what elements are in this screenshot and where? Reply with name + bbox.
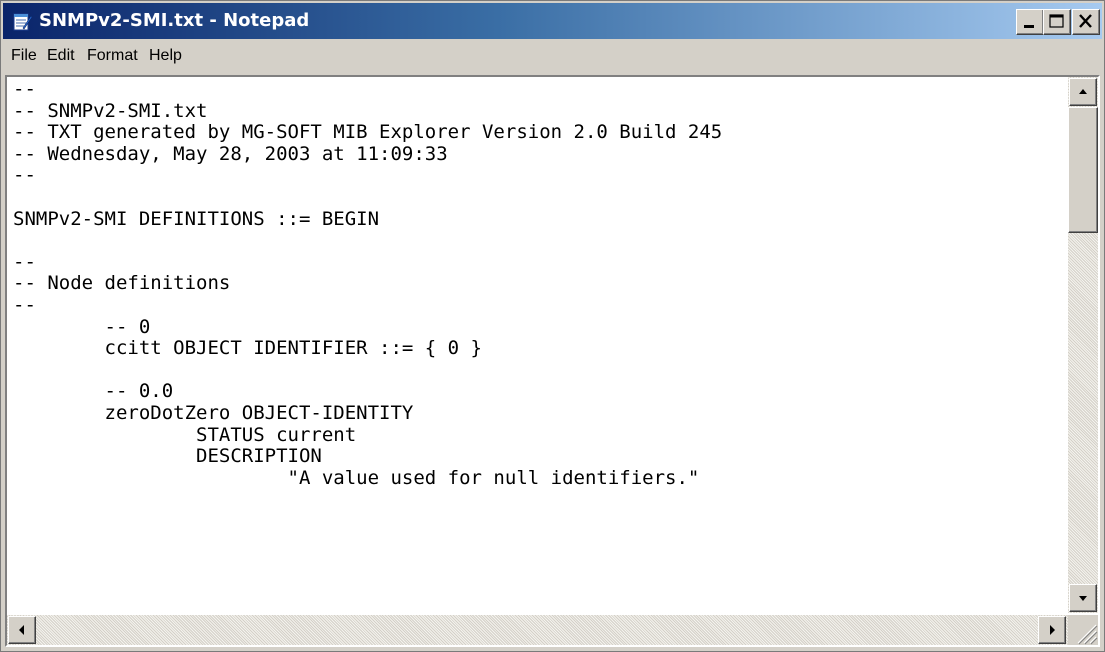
text-line: --: [13, 293, 36, 316]
text-line: -- Node definitions: [13, 272, 231, 295]
text-line: "A value used for null identifiers.": [13, 466, 700, 489]
text-line: [13, 187, 1068, 209]
text-line: SNMPv2-SMI DEFINITIONS ::= BEGIN: [13, 207, 380, 230]
menu-help[interactable]: Help: [149, 47, 182, 65]
notepad-icon[interactable]: [11, 10, 33, 32]
vertical-scroll-thumb[interactable]: [1068, 107, 1098, 233]
text-line: --: [13, 164, 36, 187]
text-line: -- TXT generated by MG-SOFT MIB Explorer…: [13, 121, 723, 144]
scroll-left-button[interactable]: [8, 616, 36, 644]
text-line: -- 0.0: [13, 380, 174, 403]
menu-bar: File Edit Format Help: [3, 41, 1102, 73]
text-line: zeroDotZero OBJECT-IDENTITY: [13, 401, 414, 424]
menu-edit[interactable]: Edit: [47, 47, 75, 65]
arrow-right-icon: [1050, 625, 1055, 635]
text-line: [13, 360, 1068, 382]
scroll-down-button[interactable]: [1069, 584, 1097, 612]
close-button[interactable]: [1072, 9, 1100, 35]
size-grip[interactable]: [1068, 615, 1098, 645]
text-editor[interactable]: -- -- SNMPv2-SMI.txt -- TXT generated by M…: [5, 75, 1100, 647]
text-line: ccitt OBJECT IDENTIFIER ::= { 0 }: [13, 337, 483, 360]
scroll-up-button[interactable]: [1069, 78, 1097, 106]
text-line: [13, 230, 1068, 252]
scroll-right-button[interactable]: [1038, 616, 1066, 644]
menu-format[interactable]: Format: [87, 47, 138, 65]
arrow-left-icon: [19, 625, 24, 635]
minimize-button[interactable]: [1016, 9, 1044, 35]
close-icon: [1079, 14, 1092, 28]
text-line: --: [13, 79, 36, 100]
text-line: -- Wednesday, May 28, 2003 at 11:09:33: [13, 142, 448, 165]
arrow-up-icon: [1079, 89, 1087, 94]
minimize-icon: [1024, 25, 1034, 28]
resize-grip-icon: [1077, 624, 1098, 645]
text-line: --: [13, 250, 36, 273]
vertical-scrollbar[interactable]: [1068, 77, 1098, 613]
menu-file[interactable]: File: [11, 47, 37, 65]
text-line: -- 0: [13, 315, 151, 338]
text-line: STATUS current: [13, 423, 357, 446]
arrow-down-icon: [1079, 596, 1087, 601]
notepad-window: SNMPv2-SMI.txt - Notepad File Edit Forma…: [0, 0, 1105, 652]
horizontal-scrollbar[interactable]: [7, 615, 1068, 645]
window-title: SNMPv2-SMI.txt - Notepad: [39, 10, 310, 31]
document-text[interactable]: -- -- SNMPv2-SMI.txt -- TXT generated by M…: [13, 79, 1068, 597]
text-line: DESCRIPTION: [13, 445, 322, 468]
maximize-icon: [1049, 14, 1064, 28]
maximize-button[interactable]: [1043, 9, 1071, 35]
text-line: -- SNMPv2-SMI.txt: [13, 99, 208, 122]
title-bar[interactable]: SNMPv2-SMI.txt - Notepad: [3, 3, 1102, 39]
